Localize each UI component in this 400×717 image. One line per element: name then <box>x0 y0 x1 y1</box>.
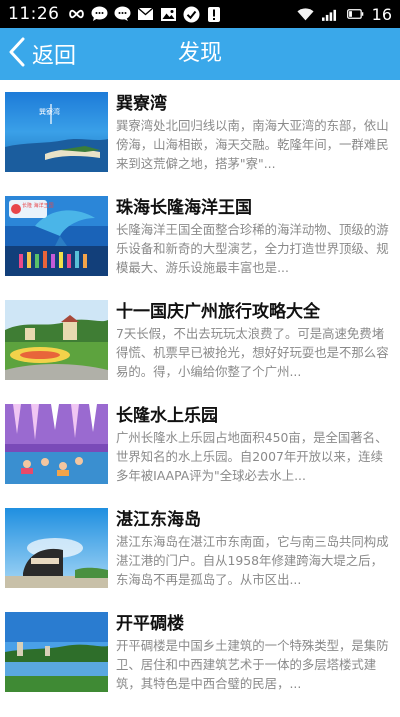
thumbnail-image <box>5 612 108 692</box>
item-title: 湛江东海岛 <box>116 510 201 530</box>
chevron-left-icon <box>8 37 26 71</box>
item-title: 珠海长隆海洋王国 <box>116 198 252 218</box>
back-label: 返回 <box>32 44 77 69</box>
thumb-caption: 长隆 海洋王国 <box>22 202 54 209</box>
item-title: 长隆水上乐园 <box>116 406 218 426</box>
item-description: 巽寮湾处北回归线以南，南海大亚湾的东部，依山傍海，山海相嵌，海天交融。乾隆年间，… <box>116 118 389 171</box>
thumbnail-image: 巽寮湾 <box>5 92 108 172</box>
nav-bar: 发现 返回 <box>0 28 400 80</box>
alert-icon <box>206 6 223 23</box>
item-description: 湛江东海岛在湛江市东南面，它与南三岛共同构成湛江港的门户。自从1958年修建跨海… <box>116 534 389 587</box>
thumbnail-image <box>5 508 108 588</box>
item-title: 开平碉楼 <box>116 614 184 634</box>
thumb-caption: 巽寮湾 <box>39 107 60 116</box>
list-item[interactable]: 长隆水上乐园 广州长隆水上乐园占地面积450亩，是全国著名、世界知名的水上乐园。… <box>0 392 400 496</box>
item-title: 巽寮湾 <box>116 94 167 114</box>
status-bar: 11:26 16 <box>0 0 400 28</box>
item-description: 长隆海洋王国全面整合珍稀的海洋动物、顶级的游乐设备和新奇的大型演艺，全力打造世界… <box>116 222 389 275</box>
list-item[interactable]: 长隆 海洋王国 珠海长隆海洋王国 长隆海洋王国全面整合珍稀的海洋动物、顶级的游乐… <box>0 184 400 288</box>
system-icons: 16 <box>297 0 392 28</box>
back-button[interactable]: 返回 <box>8 28 76 80</box>
image-icon <box>160 6 177 23</box>
signal-icon <box>321 6 339 23</box>
wifi-icon <box>297 6 314 23</box>
item-description: 广州长隆水上乐园占地面积450亩，是全国著名、世界知名的水上乐园。自2007年开… <box>116 430 388 483</box>
chat-bubble-icon <box>91 6 108 23</box>
notification-icons <box>68 6 223 23</box>
item-title: 十一国庆广州旅行攻略大全 <box>116 302 320 322</box>
message-icon <box>114 6 131 23</box>
list-item[interactable]: 巽寮湾 巽寮湾 巽寮湾处北回归线以南，南海大亚湾的东部，依山傍海，山海相嵌，海天… <box>0 80 400 184</box>
item-description: 开平碉楼是中国乡土建筑的一个特殊类型，是集防卫、居住和中西建筑艺术于一体的多层塔… <box>116 638 389 691</box>
infinity-icon <box>68 6 85 23</box>
list-item[interactable]: 湛江东海岛 湛江东海岛在湛江市东南面，它与南三岛共同构成湛江港的门户。自从195… <box>0 496 400 600</box>
battery-level: 16 <box>371 4 392 24</box>
thumbnail-image: 长隆 海洋王国 <box>5 196 108 276</box>
item-description: 7天长假，不出去玩玩太浪费了。可是高速免费堵得慌、机票早已被抢光，想好好玩耍也是… <box>116 326 389 379</box>
thumbnail-image <box>5 300 108 380</box>
list-item[interactable]: 十一国庆广州旅行攻略大全 7天长假，不出去玩玩太浪费了。可是高速免费堵得慌、机票… <box>0 288 400 392</box>
email-icon <box>137 6 154 23</box>
status-time: 11:26 <box>8 4 60 24</box>
list-item[interactable]: 开平碉楼 开平碉楼是中国乡土建筑的一个特殊类型，是集防卫、居住和中西建筑艺术于一… <box>0 600 400 704</box>
thumbnail-image <box>5 404 108 484</box>
battery-icon <box>346 6 364 23</box>
check-icon <box>183 6 200 23</box>
